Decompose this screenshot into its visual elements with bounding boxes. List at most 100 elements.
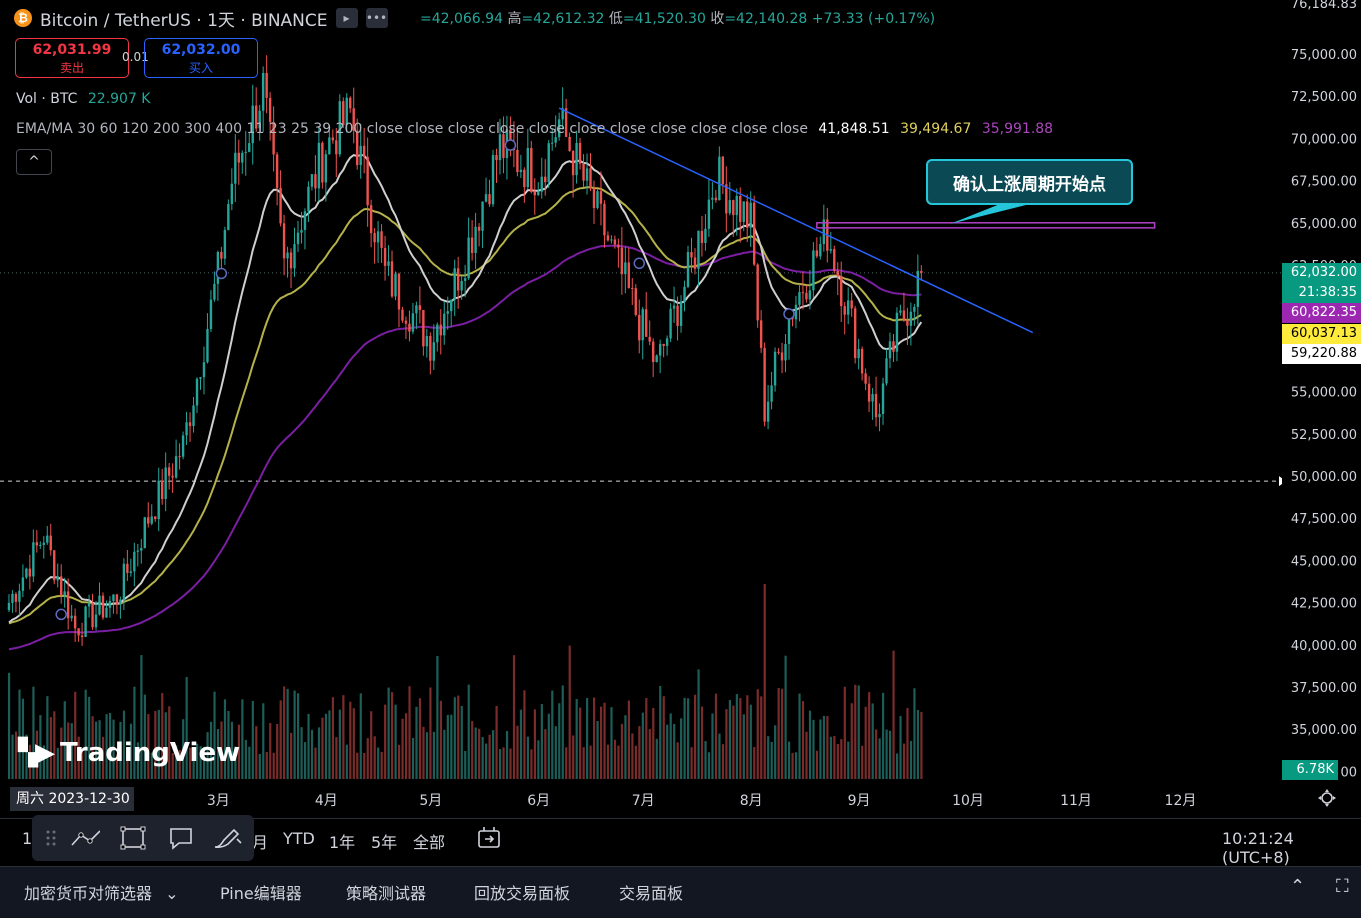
collapse-legend-icon[interactable]: ▸	[335, 8, 358, 28]
candle-body	[467, 237, 470, 279]
panel-tab-pine-editor[interactable]: Pine编辑器	[220, 880, 302, 904]
change-value: +73.33 (+0.17%)	[811, 11, 936, 27]
tradingview-watermark: ▚▶ TradingView	[18, 738, 240, 768]
volume-bar	[892, 650, 895, 779]
buy-price: 62,032.00	[161, 42, 241, 58]
volume-legend[interactable]: Vol · BTC 22.907 K	[16, 91, 151, 107]
volume-bar	[485, 743, 488, 779]
panel-tab-trading[interactable]: 交易面板	[619, 880, 683, 904]
volume-bar	[895, 753, 899, 779]
trendline-icon[interactable]	[70, 825, 100, 851]
candle-body	[516, 149, 519, 172]
volume-bar	[443, 729, 446, 779]
volume-bar	[693, 694, 697, 779]
candle-body	[265, 72, 268, 98]
period-button[interactable]: 全部	[413, 829, 445, 853]
volume-bar	[561, 685, 564, 779]
drag-handle-icon[interactable]	[36, 825, 66, 851]
candle-body	[690, 252, 693, 258]
collapse-indicators-button[interactable]: ^	[16, 149, 52, 175]
rectangle-icon[interactable]	[118, 825, 148, 851]
candle-body	[199, 377, 202, 379]
chevron-up-icon[interactable]: ⌃	[1290, 876, 1305, 897]
candle-body	[84, 606, 87, 637]
volume-bar	[579, 707, 582, 779]
volume-bar	[509, 748, 512, 779]
candle-body	[105, 607, 108, 618]
candle-body	[756, 264, 759, 321]
candle-body	[902, 310, 906, 320]
candle-body	[749, 202, 752, 228]
candle-body	[634, 288, 637, 315]
buy-button[interactable]: 62,032.00 买入	[144, 38, 258, 78]
candle-body	[418, 305, 422, 311]
volume-bar	[641, 712, 644, 779]
candle-body	[481, 201, 484, 231]
tradingview-logo-icon: ▚▶	[18, 738, 55, 768]
volume-bar	[328, 710, 331, 779]
volume-bar	[732, 705, 735, 779]
axis-settings-icon[interactable]	[1316, 787, 1338, 809]
candle-body	[700, 230, 704, 243]
panel-tab-strategy-tester[interactable]: 策略测试器	[346, 880, 426, 904]
chevron-down-icon[interactable]: ⌄	[165, 884, 178, 903]
volume-bar	[380, 751, 383, 779]
price-axis[interactable]: 75,000.00 72,500.00 70,000.00 67,500.00 65,0…	[1282, 0, 1361, 786]
volume-bar	[589, 745, 592, 779]
volume-bar	[345, 744, 348, 779]
candle-body	[408, 323, 411, 332]
volume-bar	[631, 733, 634, 779]
volume-bar	[377, 747, 380, 779]
volume-bar	[488, 734, 491, 779]
brush-icon[interactable]	[212, 825, 242, 851]
candle-body	[537, 191, 540, 196]
period-button[interactable]: 1年	[329, 829, 355, 853]
volume-bar	[718, 733, 721, 779]
volume-bar	[526, 736, 530, 779]
maximize-icon[interactable]: ⛶	[1336, 876, 1349, 897]
candle-body	[66, 591, 70, 619]
candle-body	[631, 288, 634, 290]
volume-bar	[474, 727, 477, 779]
volume-bar	[572, 735, 575, 779]
symbol-title[interactable]: Bitcoin / TetherUS · 1天 · BINANCE	[40, 6, 328, 31]
replay-icon[interactable]	[474, 825, 504, 851]
volume-bar	[505, 731, 509, 779]
price-tick-label: 70,000.00	[1291, 132, 1357, 147]
candle-body	[770, 385, 773, 402]
period-button[interactable]: 5年	[371, 829, 397, 853]
volume-bar	[882, 692, 885, 779]
volume-bar	[394, 704, 397, 779]
period-button[interactable]: YTD	[283, 829, 315, 848]
more-icon[interactable]: •••	[365, 8, 388, 28]
sell-button[interactable]: 62,031.99 卖出	[15, 38, 129, 78]
candle-body	[293, 244, 296, 269]
month-tick-label: 5月	[419, 793, 443, 809]
callout-annotation[interactable]: 确认上涨周期开始点	[926, 159, 1133, 205]
candle-body	[766, 401, 770, 422]
volume-bar	[432, 731, 436, 779]
month-tick-label: 3月	[206, 793, 230, 809]
symbol-header[interactable]: ₿ Bitcoin / TetherUS · 1天 · BINANCE ▸ ••…	[14, 4, 388, 32]
panel-tab-replay-trading[interactable]: 回放交易面板	[474, 880, 570, 904]
comment-icon[interactable]	[166, 825, 196, 851]
candle-body	[728, 200, 731, 214]
candle-body	[237, 152, 240, 163]
candle-body	[56, 576, 59, 581]
period-button[interactable]: 1	[22, 829, 32, 848]
period-button[interactable]: 月	[252, 829, 268, 853]
candle-body	[380, 231, 383, 248]
volume-bar	[537, 740, 540, 779]
candle-body	[167, 467, 171, 476]
price-chart[interactable]: 75,000.00 72,500.00 70,000.00 67,500.00 65,0…	[0, 0, 1361, 917]
panel-tab-screener[interactable]: 加密货币对筛选器 ⌄	[24, 880, 179, 904]
candle-body	[230, 183, 234, 205]
candle-body	[49, 535, 52, 551]
candle-body	[35, 542, 39, 546]
price-tag: 60,822.35	[1282, 303, 1361, 323]
volume-bar	[359, 693, 362, 779]
candle-body	[108, 600, 112, 608]
clock-timezone[interactable]: 10:21:24 (UTC+8)	[1222, 829, 1361, 867]
ema-legend[interactable]: EMA/MA 30 60 120 200 300 400 11 23 25 39…	[16, 121, 1053, 137]
candle-body	[296, 232, 300, 245]
